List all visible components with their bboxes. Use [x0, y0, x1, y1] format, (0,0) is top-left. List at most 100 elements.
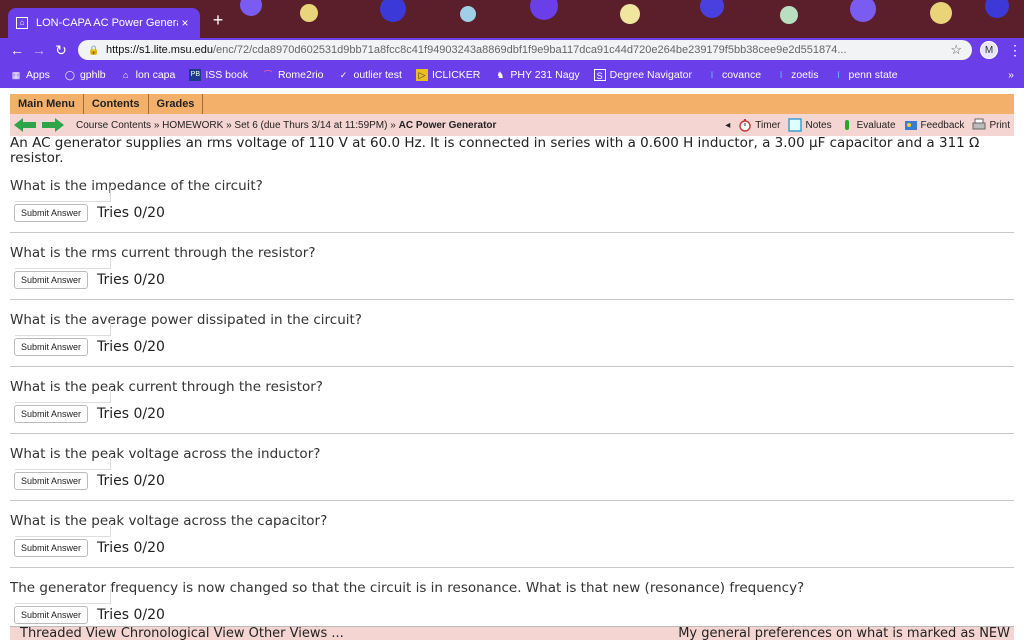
- bookmark-penn-state[interactable]: ǐ penn state: [833, 69, 898, 81]
- s-icon: S: [593, 69, 606, 81]
- tab-title: LON-CAPA AC Power Generato: [36, 17, 178, 29]
- answer-row: Submit Answer Tries 0/20: [10, 321, 1014, 356]
- submit-answer-button[interactable]: Submit Answer: [14, 455, 112, 490]
- submit-answer-button[interactable]: Submit Answer: [14, 321, 112, 356]
- bookmark-gphlb[interactable]: ◯ gphlb: [64, 69, 106, 81]
- question-block: What is the peak voltage across the capa…: [10, 501, 1014, 568]
- submit-answer-button[interactable]: Submit Answer: [14, 388, 112, 423]
- feedback-button[interactable]: Feedback: [904, 118, 964, 132]
- question-text: What is the peak current through the res…: [10, 379, 323, 395]
- back-arrow-icon[interactable]: ←: [6, 42, 28, 58]
- theme-decoration: [530, 0, 558, 20]
- theme-decoration: [300, 4, 318, 22]
- next-arrow-icon[interactable]: [42, 118, 64, 132]
- feedback-icon: [904, 121, 917, 130]
- discussion-views[interactable]: Threaded View Chronological View Other V…: [20, 627, 344, 640]
- question-block: The generator frequency is now changed s…: [10, 568, 1014, 634]
- bookmark-iclicker[interactable]: ▷ ICLICKER: [415, 69, 480, 81]
- msu-icon: ♞: [496, 70, 505, 80]
- notes-button[interactable]: Notes: [788, 118, 832, 132]
- collapse-arrow-icon[interactable]: ◂: [725, 120, 730, 131]
- breadcrumb: Course Contents » HOMEWORK » Set 6 (due …: [76, 119, 497, 131]
- address-bar[interactable]: 🔒 https://s1.lite.msu.edu /enc/72/cda897…: [78, 40, 972, 60]
- new-tab-button[interactable]: +: [208, 10, 228, 31]
- problem-statement: An AC generator supplies an rms voltage …: [10, 135, 980, 166]
- problem-content: An AC generator supplies an rms voltage …: [0, 136, 1024, 634]
- loncapa-favicon-icon: ⌂: [16, 17, 28, 29]
- tab-strip: ⌂ LON-CAPA AC Power Generato × +: [0, 0, 1024, 38]
- question-block: What is the peak voltage across the indu…: [10, 434, 1014, 501]
- timer-button[interactable]: Timer: [738, 118, 780, 132]
- stopwatch-icon: [739, 119, 751, 132]
- tries-counter: Tries 0/20: [97, 607, 165, 623]
- contents-link[interactable]: Contents: [84, 94, 149, 114]
- bookmark-iss-book[interactable]: PB ISS book: [189, 69, 248, 81]
- question-block: What is the average power dissipated in …: [10, 300, 1014, 367]
- rome2rio-icon: ⌒: [263, 70, 273, 80]
- bookmark-lon-capa[interactable]: ⌂ lon capa: [120, 69, 175, 81]
- menu-kebab-icon[interactable]: ⋮: [1008, 42, 1022, 59]
- theme-decoration: [620, 4, 640, 24]
- tries-counter: Tries 0/20: [97, 205, 165, 221]
- browser-tab[interactable]: ⌂ LON-CAPA AC Power Generato ×: [8, 8, 200, 38]
- breadcrumb-course-contents[interactable]: Course Contents: [76, 120, 151, 131]
- answer-row: Submit Answer Tries 0/20: [10, 388, 1014, 423]
- bookmark-degree-navigator[interactable]: S Degree Navigator: [593, 69, 692, 81]
- bookmark-outlier-test[interactable]: ✓ outlier test: [338, 69, 402, 81]
- course-nav-bar: Course Contents » HOMEWORK » Set 6 (due …: [10, 114, 1014, 136]
- question-text: What is the average power dissipated in …: [10, 312, 362, 328]
- check-icon: ✓: [339, 70, 348, 80]
- profile-avatar[interactable]: M: [980, 41, 998, 59]
- grades-link[interactable]: Grades: [149, 94, 204, 114]
- close-tab-icon[interactable]: ×: [178, 16, 192, 30]
- bookmark-apps[interactable]: ▦ Apps: [10, 69, 50, 81]
- theme-decoration: [240, 0, 262, 16]
- submit-answer-button[interactable]: Submit Answer: [14, 254, 112, 289]
- breadcrumb-homework[interactable]: HOMEWORK: [162, 120, 223, 131]
- submit-answer-button[interactable]: Submit Answer: [14, 522, 112, 557]
- submit-answer-button[interactable]: Submit Answer: [14, 187, 112, 222]
- answer-row: Submit Answer Tries 0/20: [10, 187, 1014, 222]
- forward-arrow-icon[interactable]: →: [28, 42, 50, 58]
- question-block: What is the peak current through the res…: [10, 367, 1014, 434]
- notes-icon: [788, 118, 803, 132]
- printer-icon: [972, 118, 986, 130]
- tries-counter: Tries 0/20: [97, 473, 165, 489]
- theme-decoration: [460, 6, 476, 22]
- evaluate-button[interactable]: Evaluate: [840, 118, 896, 132]
- theme-decoration: [930, 2, 952, 24]
- question-text: The generator frequency is now changed s…: [10, 580, 805, 596]
- bookmark-star-icon[interactable]: ☆: [950, 42, 962, 58]
- tries-counter: Tries 0/20: [97, 406, 165, 422]
- pb-icon: PB: [189, 69, 202, 81]
- submit-answer-button[interactable]: Submit Answer: [14, 589, 112, 624]
- bookmark-phy-231[interactable]: ♞ PHY 231 Nagy: [494, 69, 579, 81]
- bookmarks-overflow-button[interactable]: »: [1008, 69, 1014, 81]
- theme-decoration: [700, 0, 724, 18]
- print-button[interactable]: Print: [972, 118, 1010, 132]
- question-text: What is the peak voltage across the capa…: [10, 513, 328, 529]
- prev-arrow-icon[interactable]: [14, 118, 36, 132]
- theme-decoration: [780, 6, 798, 24]
- browser-toolbar: ← → ↻ 🔒 https://s1.lite.msu.edu /enc/72/…: [0, 38, 1024, 62]
- new-preferences-link[interactable]: My general preferences on what is marked…: [678, 627, 1014, 640]
- answer-row: Submit Answer Tries 0/20: [10, 254, 1014, 289]
- reload-icon[interactable]: ↻: [50, 42, 72, 59]
- theme-decoration: [380, 0, 406, 22]
- discussion-bar: Threaded View Chronological View Other V…: [10, 626, 1014, 640]
- answer-row: Submit Answer Tries 0/20: [10, 589, 1014, 624]
- main-menu-link[interactable]: Main Menu: [10, 94, 84, 114]
- page-tools: ◂ Timer Notes Evaluate Feedback Print: [725, 118, 1014, 132]
- bookmark-zoetis[interactable]: ǐ zoetis: [775, 69, 818, 81]
- loncapa-menu-bar: Main Menu Contents Grades: [10, 94, 1014, 114]
- bookmark-covance[interactable]: ǐ covance: [706, 69, 761, 81]
- url-host: https://s1.lite.msu.edu: [106, 44, 213, 56]
- i-icon: ǐ: [780, 70, 783, 80]
- bookmark-rome2rio[interactable]: ⌒ Rome2rio: [262, 69, 323, 81]
- tries-counter: Tries 0/20: [97, 272, 165, 288]
- breadcrumb-current: AC Power Generator: [398, 119, 497, 131]
- i-icon: ǐ: [710, 70, 713, 80]
- iclicker-icon: ▷: [415, 69, 428, 81]
- apps-grid-icon: ▦: [11, 70, 21, 80]
- breadcrumb-set-6[interactable]: Set 6 (due Thurs 3/14 at 11:59PM): [234, 120, 387, 131]
